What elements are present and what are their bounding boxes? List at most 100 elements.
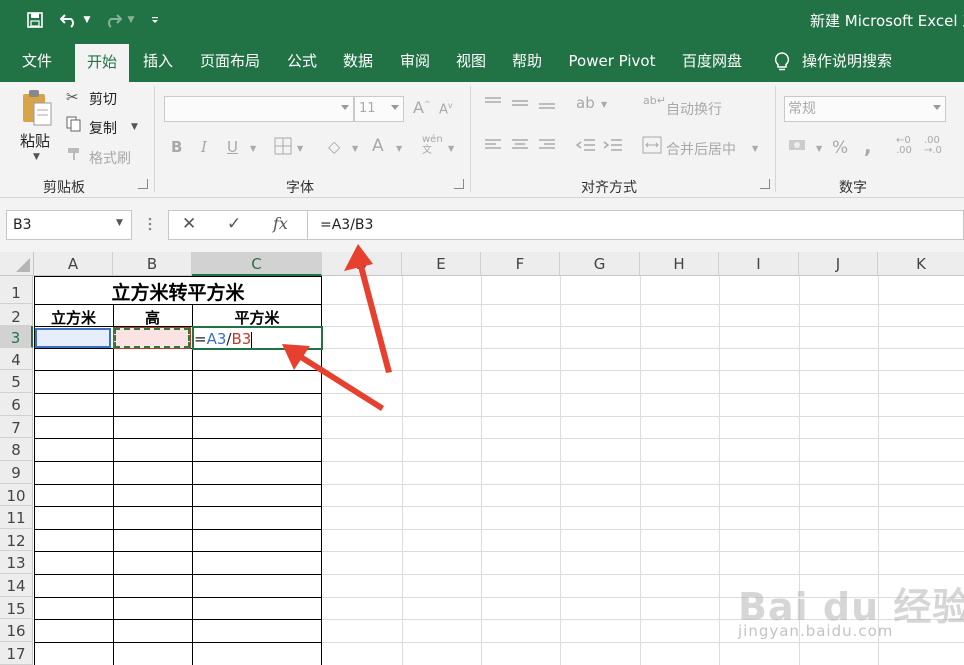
copy-dropdown-icon[interactable]: ▼: [131, 122, 138, 132]
cell-a3-reference[interactable]: [35, 328, 111, 348]
merge-center-button[interactable]: 合并后居中: [666, 139, 736, 159]
borders-icon[interactable]: [274, 137, 292, 159]
header-height[interactable]: 高: [113, 307, 192, 328]
underline-button[interactable]: U: [227, 138, 238, 156]
align-center-icon[interactable]: [511, 138, 529, 156]
tab-file[interactable]: 文件: [10, 40, 64, 82]
font-size-value: 11: [359, 101, 376, 116]
cut-icon[interactable]: ✂: [66, 88, 79, 106]
accounting-dropdown-icon[interactable]: ▼: [816, 144, 822, 153]
redo-dropdown-icon[interactable]: ▼: [126, 9, 136, 31]
tab-help[interactable]: 帮助: [505, 40, 549, 82]
orientation-dropdown-icon[interactable]: ▼: [601, 100, 607, 109]
wrap-text-icon[interactable]: ab↵: [643, 94, 666, 107]
text-cursor: [251, 331, 253, 348]
merge-dropdown-icon[interactable]: ▼: [752, 144, 758, 153]
font-group-label: 字体: [286, 180, 314, 196]
formula-buttons: ✕ ✓ fx: [168, 210, 308, 240]
title-bar: ▼ ▼ 新建 Microsoft Excel 工: [0, 0, 964, 40]
cell-b3-reference[interactable]: [113, 327, 191, 349]
align-left-icon[interactable]: [484, 138, 502, 156]
tab-home[interactable]: 开始: [75, 44, 129, 82]
increase-indent-icon[interactable]: [603, 138, 623, 156]
number-format-value: 常规: [788, 101, 816, 117]
orientation-icon[interactable]: ab: [576, 94, 595, 112]
align-middle-icon[interactable]: [511, 96, 529, 114]
alignment-launcher-icon[interactable]: [760, 179, 770, 189]
align-bottom-icon[interactable]: [538, 96, 556, 114]
decrease-decimal-icon[interactable]: .00 →.0: [924, 136, 942, 156]
ribbon-home: 粘贴 ▼ ✂ 剪切 复制 ▼ 格式刷 剪贴板 11 A^ Av B I U ▼ …: [0, 82, 964, 198]
copy-button[interactable]: 复制: [89, 118, 117, 138]
cell-c3-active[interactable]: =A3/B3: [192, 326, 323, 350]
decrease-indent-icon[interactable]: [575, 138, 596, 156]
undo-icon[interactable]: [58, 9, 80, 31]
format-painter-button[interactable]: 格式刷: [89, 148, 131, 168]
tell-me-search[interactable]: 操作说明搜索: [802, 40, 900, 82]
paste-button[interactable]: 粘贴: [20, 130, 50, 151]
excel-window: ▼ ▼ 新建 Microsoft Excel 工 文件 开始 插入 页面布局 公…: [0, 0, 964, 665]
accounting-format-icon[interactable]: [788, 138, 808, 158]
tab-review[interactable]: 审阅: [393, 40, 437, 82]
formula-input[interactable]: =A3/B3: [308, 210, 964, 240]
align-right-icon[interactable]: [538, 138, 556, 156]
tab-power-pivot[interactable]: Power Pivot: [563, 40, 661, 82]
header-square-meter[interactable]: 平方米: [192, 307, 322, 328]
wrap-text-button[interactable]: 自动换行: [666, 99, 722, 119]
group-divider: [470, 86, 471, 192]
alignment-group-label: 对齐方式: [581, 180, 637, 196]
redo-icon[interactable]: [102, 9, 124, 31]
formula-bar: B3 ▼ ✕ ✓ fx =A3/B3: [0, 198, 964, 252]
tab-formulas[interactable]: 公式: [280, 40, 324, 82]
undo-dropdown-icon[interactable]: ▼: [82, 9, 92, 31]
merge-center-icon[interactable]: [642, 136, 662, 158]
group-divider: [775, 86, 776, 192]
increase-decimal-icon[interactable]: ←0.00: [896, 136, 912, 156]
formula-bar-grip-icon[interactable]: [148, 213, 152, 235]
name-box[interactable]: B3: [6, 210, 132, 240]
font-color-dropdown-icon[interactable]: ▼: [396, 144, 402, 153]
increase-font-icon[interactable]: A^: [413, 98, 431, 117]
bold-button[interactable]: B: [171, 138, 182, 156]
clipboard-launcher-icon[interactable]: [138, 179, 148, 189]
number-format-combo[interactable]: 常规: [784, 96, 946, 122]
copy-icon[interactable]: [66, 116, 82, 136]
cut-button[interactable]: 剪切: [89, 89, 117, 109]
number-group-label: 数字: [839, 180, 867, 196]
decrease-font-icon[interactable]: Av: [439, 101, 453, 117]
baidu-watermark: Bai du 经验 jingyan.baidu.com: [738, 570, 964, 665]
formula-ref-b3: B3: [231, 330, 252, 348]
tab-view[interactable]: 视图: [449, 40, 493, 82]
fill-color-dropdown-icon[interactable]: ▼: [352, 144, 358, 153]
percent-button[interactable]: %: [832, 138, 848, 158]
italic-button[interactable]: I: [201, 138, 207, 156]
font-size-combo[interactable]: 11: [354, 96, 404, 122]
lightbulb-icon[interactable]: [772, 51, 792, 73]
tab-insert[interactable]: 插入: [134, 40, 182, 82]
insert-function-button[interactable]: fx: [273, 214, 288, 233]
cancel-entry-button[interactable]: ✕: [182, 214, 196, 234]
paste-dropdown-icon[interactable]: ▼: [33, 152, 40, 162]
sheet-title-cell[interactable]: 立方米转平方米: [34, 278, 322, 305]
font-name-combo[interactable]: [164, 96, 354, 122]
name-box-dropdown-icon[interactable]: ▼: [116, 218, 123, 228]
underline-dropdown-icon[interactable]: ▼: [250, 144, 256, 153]
clipboard-group-label: 剪贴板: [43, 180, 85, 196]
header-cubic-meter[interactable]: 立方米: [34, 307, 113, 328]
borders-dropdown-icon[interactable]: ▼: [297, 144, 303, 153]
tab-page-layout[interactable]: 页面布局: [194, 40, 266, 82]
save-icon[interactable]: [24, 9, 46, 31]
tab-baidu-netdisk[interactable]: 百度网盘: [676, 40, 748, 82]
format-painter-icon[interactable]: [66, 146, 82, 166]
phonetic-dropdown-icon[interactable]: ▼: [448, 144, 454, 153]
font-launcher-icon[interactable]: [454, 179, 464, 189]
enter-entry-button[interactable]: ✓: [227, 214, 241, 234]
paste-icon[interactable]: [20, 88, 54, 128]
align-top-icon[interactable]: [484, 96, 502, 114]
fill-color-icon[interactable]: ◇: [328, 137, 340, 156]
tab-data[interactable]: 数据: [336, 40, 380, 82]
customize-qat-icon[interactable]: [148, 9, 162, 31]
phonetic-guide-icon[interactable]: wén 文: [422, 134, 443, 156]
font-color-button[interactable]: A: [372, 136, 384, 156]
comma-style-button[interactable]: ,: [864, 134, 872, 158]
